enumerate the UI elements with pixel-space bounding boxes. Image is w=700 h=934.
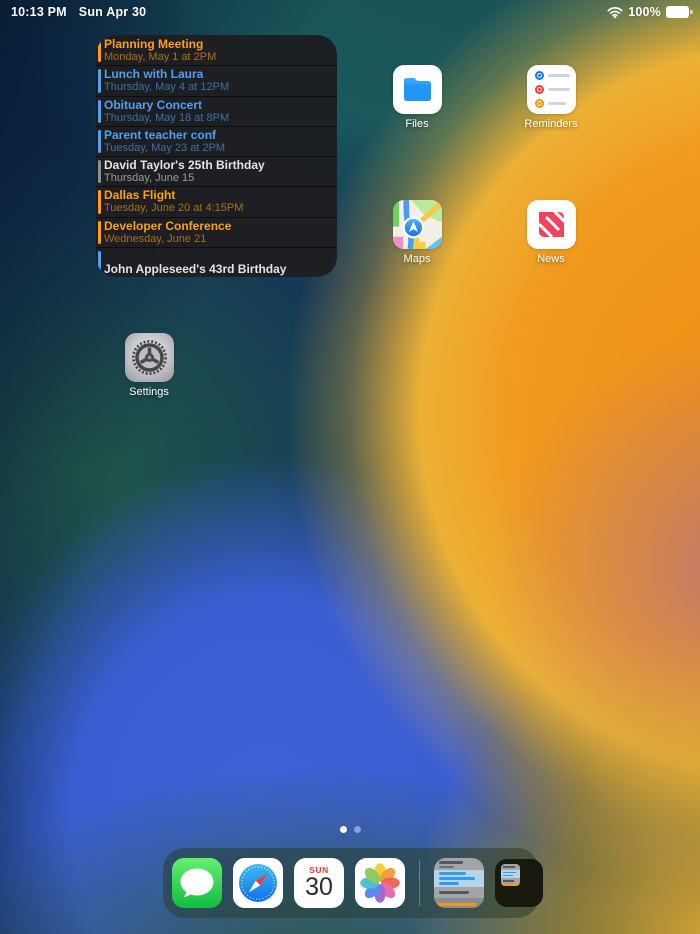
status-date: Sun Apr 30 xyxy=(79,5,147,19)
dock-calendar-icon[interactable]: SUN 30 xyxy=(294,858,344,908)
ipad-home-screen: 10:13 PM Sun Apr 30 100% Planning Meetin… xyxy=(0,0,700,934)
calendar-event-row[interactable]: Obituary Concert Thursday, May 18 at 8PM xyxy=(96,96,337,126)
reminders-bullet-orange xyxy=(535,99,544,108)
dock-safari-icon[interactable] xyxy=(233,858,283,908)
app-news[interactable]: News xyxy=(513,200,589,265)
page-dot xyxy=(354,826,361,833)
event-title: John Appleseed's 43rd Birthday xyxy=(104,262,331,276)
calendar-widget-events: Planning Meeting Monday, May 1 at 2PM Lu… xyxy=(96,35,337,277)
calendar-event-row[interactable]: Dallas Flight Tuesday, June 20 at 4:15PM xyxy=(96,186,337,216)
event-title: Dallas Flight xyxy=(104,188,331,202)
event-subtitle: Wednesday, June 21 xyxy=(104,233,331,246)
battery-percent-label: 100% xyxy=(628,5,661,19)
app-label-files: Files xyxy=(379,118,455,130)
calendar-widget[interactable]: Planning Meeting Monday, May 1 at 2PM Lu… xyxy=(96,35,337,277)
calendar-event-row[interactable]: Lunch with Laura Thursday, May 4 at 12PM xyxy=(96,65,337,95)
dock: SUN 30 xyxy=(163,848,539,918)
event-title: Parent teacher conf xyxy=(104,128,331,142)
mini-app-preview xyxy=(501,864,520,886)
event-content: Developer Conference Wednesday, June 21 xyxy=(104,218,337,247)
reminders-icon xyxy=(527,65,576,114)
page-indicator xyxy=(0,826,700,833)
app-maps[interactable]: Maps xyxy=(379,200,455,265)
clock-time: 10:13 PM xyxy=(11,5,67,19)
dock-photos-icon[interactable] xyxy=(355,858,405,908)
event-content: David Taylor's 25th Birthday Thursday, J… xyxy=(104,157,337,186)
event-subtitle: Tuesday, June 20 at 4:15PM xyxy=(104,202,331,215)
app-settings[interactable]: Settings xyxy=(111,333,187,398)
event-subtitle: Thursday, June 15 xyxy=(104,172,331,185)
status-bar-left: 10:13 PM Sun Apr 30 xyxy=(11,5,146,19)
event-color-bar xyxy=(98,221,101,244)
status-bar: 10:13 PM Sun Apr 30 100% xyxy=(0,0,700,24)
event-color-bar xyxy=(98,69,101,92)
event-title: Obituary Concert xyxy=(104,98,331,112)
maps-icon xyxy=(393,200,442,249)
reminders-bullet-red xyxy=(535,85,544,94)
event-subtitle: Monday, May 1 at 2PM xyxy=(104,51,331,64)
settings-icon xyxy=(125,333,174,382)
event-color-bar xyxy=(98,251,101,274)
event-title: Developer Conference xyxy=(104,219,331,233)
event-color-bar xyxy=(98,38,101,62)
app-label-reminders: Reminders xyxy=(513,118,589,130)
app-label-maps: Maps xyxy=(379,253,455,265)
event-subtitle: Thursday, May 4 at 12PM xyxy=(104,81,331,94)
event-subtitle: Thursday, May 18 at 8PM xyxy=(104,112,331,125)
calendar-event-row[interactable]: Developer Conference Wednesday, June 21 xyxy=(96,217,337,247)
wifi-icon xyxy=(607,6,623,18)
event-subtitle: Tuesday, May 23 at 2PM xyxy=(104,142,331,155)
news-icon xyxy=(527,200,576,249)
calendar-event-row[interactable]: David Taylor's 25th Birthday Thursday, J… xyxy=(96,156,337,186)
event-content: Lunch with Laura Thursday, May 4 at 12PM xyxy=(104,66,337,95)
recent-app-thumbnail-1[interactable] xyxy=(434,858,484,908)
event-content: John Appleseed's 43rd Birthday xyxy=(104,248,337,277)
files-icon xyxy=(393,65,442,114)
event-color-bar xyxy=(98,100,101,123)
event-color-bar xyxy=(98,190,101,213)
app-files[interactable]: Files xyxy=(379,65,455,130)
event-content: Parent teacher conf Tuesday, May 23 at 2… xyxy=(104,127,337,156)
page-dot xyxy=(340,826,347,833)
event-color-bar xyxy=(98,160,101,183)
dock-divider xyxy=(419,860,420,906)
event-title: Lunch with Laura xyxy=(104,67,331,81)
calendar-event-row[interactable]: Planning Meeting Monday, May 1 at 2PM xyxy=(96,35,337,65)
app-label-settings: Settings xyxy=(111,386,187,398)
event-content: Planning Meeting Monday, May 1 at 2PM xyxy=(104,35,337,65)
event-content: Dallas Flight Tuesday, June 20 at 4:15PM xyxy=(104,187,337,216)
calendar-day-number: 30 xyxy=(305,875,333,900)
event-content: Obituary Concert Thursday, May 18 at 8PM xyxy=(104,97,337,126)
app-reminders[interactable]: Reminders xyxy=(513,65,589,130)
dock-messages-icon[interactable] xyxy=(172,858,222,908)
battery-icon xyxy=(666,6,689,18)
reminders-bullet-blue xyxy=(535,71,544,80)
calendar-event-row[interactable]: John Appleseed's 43rd Birthday xyxy=(96,247,337,277)
app-label-news: News xyxy=(513,253,589,265)
event-color-bar xyxy=(98,130,101,153)
event-title: Planning Meeting xyxy=(104,37,331,51)
status-bar-right: 100% xyxy=(607,5,689,19)
calendar-event-row[interactable]: Parent teacher conf Tuesday, May 23 at 2… xyxy=(96,126,337,156)
event-title: David Taylor's 25th Birthday xyxy=(104,158,331,172)
recent-app-thumbnail-2[interactable] xyxy=(495,859,543,907)
